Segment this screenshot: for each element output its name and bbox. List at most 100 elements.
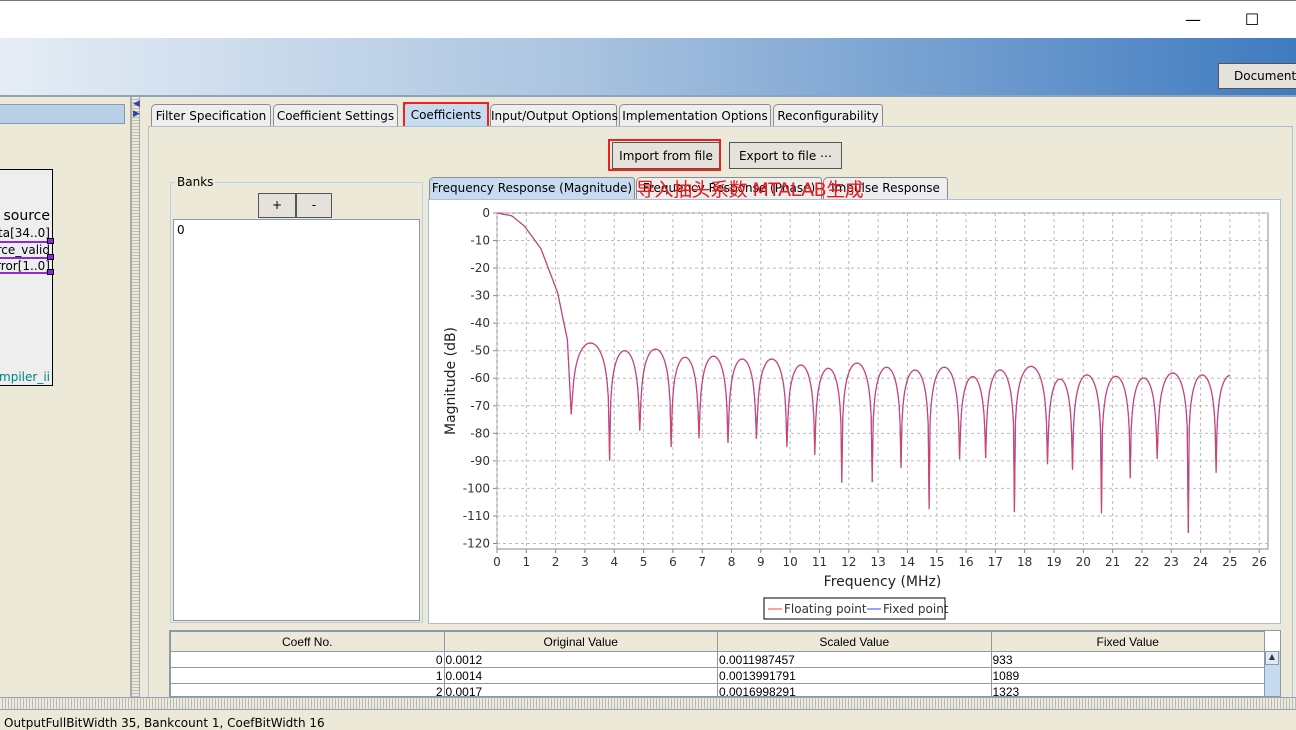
horizontal-splitter[interactable] — [0, 697, 1296, 710]
tab-implementation-options[interactable]: Implementation Options — [619, 104, 771, 127]
legend-label-floating-point: Floating point — [784, 602, 867, 616]
y-tick-label: -40 — [470, 316, 490, 330]
x-tick-label: 6 — [669, 555, 677, 569]
x-tick-label: 12 — [841, 555, 856, 569]
port-label: source — [3, 208, 51, 224]
collapse-left-icon[interactable]: ◀ — [133, 99, 140, 109]
export-to-file-button[interactable]: Export to file ⋯ — [729, 142, 842, 169]
table-cell[interactable]: 933 — [990, 651, 1265, 668]
x-tick-label: 13 — [870, 555, 885, 569]
table-cell[interactable]: 0.0014 — [443, 667, 718, 684]
table-row[interactable]: 1 0.0014 0.0013991791 1089 — [170, 667, 1265, 684]
coefficients-table: Coeff No. Original Value Scaled Value Fixed… — [169, 630, 1281, 697]
table-row[interactable]: 0 0.0012 0.0011987457 933 — [170, 651, 1265, 668]
x-axis-label: Frequency (MHz) — [824, 574, 942, 590]
tab-coefficient-settings[interactable]: Coefficient Settings — [273, 104, 398, 127]
x-tick-label: 21 — [1105, 555, 1120, 569]
header-banner — [0, 38, 1296, 97]
table-cell[interactable]: 0.0012 — [443, 651, 718, 668]
block-name: mpiler_ii — [0, 370, 50, 384]
banks-list[interactable]: 0 — [173, 219, 420, 621]
x-tick-label: 10 — [783, 555, 798, 569]
x-tick-label: 2 — [552, 555, 560, 569]
x-tick-label: 19 — [1046, 555, 1061, 569]
table-scrollbar[interactable]: ▲ — [1264, 651, 1280, 696]
x-tick-label: 18 — [1017, 555, 1032, 569]
documentation-button[interactable]: Documenta — [1218, 63, 1296, 89]
tab-frequency-response-magnitude[interactable]: Frequency Response (Magnitude) — [429, 177, 635, 199]
y-tick-label: -60 — [470, 371, 490, 385]
status-text: OutputFullBitWidth 35, Bankcount 1, Coef… — [4, 716, 325, 730]
x-tick-label: 22 — [1134, 555, 1149, 569]
column-header[interactable]: Original Value — [443, 631, 718, 652]
x-tick-label: 15 — [929, 555, 944, 569]
magnitude-chart: 0 1 2 3 4 5 6 7 8 9 10 11 12 13 14 15 16 17 18 19 20 21 22 23 24… — [443, 206, 1269, 620]
y-tick-label: -120 — [463, 536, 490, 550]
x-tick-label: 14 — [900, 555, 915, 569]
port-label: ta[34..0] — [0, 226, 50, 240]
vertical-splitter[interactable]: ◀ ▶ — [131, 97, 140, 697]
table-cell[interactable]: 0.0013991791 — [717, 667, 992, 684]
tab-coefficients[interactable]: Coefficients — [403, 103, 489, 128]
port-label: rce_valid — [0, 243, 50, 257]
scroll-up-icon[interactable]: ▲ — [1265, 651, 1279, 665]
table-cell[interactable]: 1 — [170, 667, 445, 684]
tab-filter-specification[interactable]: Filter Specification — [151, 104, 271, 127]
import-from-file-button[interactable]: Import from file — [612, 142, 720, 169]
x-tick-label: 16 — [958, 555, 973, 569]
legend-label-fixed-point: Fixed point — [883, 602, 949, 616]
x-tick-label: 11 — [812, 555, 827, 569]
table-row[interactable]: 2 0.0017 0.0016998291 1323 — [170, 683, 1265, 696]
column-header[interactable]: Coeff No. — [170, 631, 445, 652]
y-tick-label: -50 — [470, 344, 490, 358]
table-cell[interactable]: 2 — [170, 683, 445, 696]
x-tick-label: 26 — [1252, 555, 1267, 569]
documentation-label: Documenta — [1234, 69, 1296, 83]
y-tick-label: 0 — [482, 206, 490, 220]
left-panel-header — [0, 104, 125, 124]
y-tick-label: -20 — [470, 261, 490, 275]
table-cell[interactable]: 0.0011987457 — [717, 651, 992, 668]
add-bank-button[interactable]: + — [258, 193, 296, 218]
chart-panel: 0 1 2 3 4 5 6 7 8 9 10 11 12 13 14 15 16 17 18 19 20 21 22 23 24… — [428, 199, 1281, 624]
tab-reconfigurability[interactable]: Reconfigurability — [773, 104, 883, 127]
list-item[interactable]: 0 — [177, 223, 416, 237]
y-axis-label: Magnitude (dB) — [443, 327, 459, 435]
table-cell[interactable]: 1089 — [990, 667, 1265, 684]
component-block[interactable]: source ta[34..0] rce_valid rror[1..0] mp… — [0, 169, 54, 386]
remove-bank-button[interactable]: - — [296, 193, 332, 218]
y-tick-label: -110 — [463, 509, 490, 523]
tab-input-output-options[interactable]: Input/Output Options — [490, 104, 618, 127]
column-header[interactable]: Fixed Value — [990, 631, 1265, 652]
table-cell[interactable]: 0.0017 — [443, 683, 718, 696]
x-tick-label: 1 — [522, 555, 530, 569]
x-tick-label: 9 — [757, 555, 765, 569]
y-tick-label: -80 — [470, 426, 490, 440]
table-cell[interactable]: 0 — [170, 651, 445, 668]
y-tick-label: -100 — [463, 481, 490, 495]
banks-title: Banks — [175, 175, 216, 189]
x-tick-label: 8 — [728, 555, 736, 569]
x-tick-label: 7 — [698, 555, 706, 569]
x-tick-label: 4 — [610, 555, 618, 569]
x-tick-label: 20 — [1076, 555, 1091, 569]
x-tick-label: 25 — [1222, 555, 1237, 569]
y-tick-label: -70 — [470, 399, 490, 413]
port-label: rror[1..0] — [0, 259, 50, 273]
x-tick-label: 5 — [640, 555, 648, 569]
x-tick-label: 17 — [988, 555, 1003, 569]
minimize-icon[interactable]: — — [1183, 10, 1203, 30]
port-pin — [47, 269, 54, 275]
x-tick-label: 23 — [1164, 555, 1179, 569]
x-tick-label: 0 — [493, 555, 501, 569]
column-header[interactable]: Scaled Value — [717, 631, 992, 652]
y-tick-label: -90 — [470, 454, 490, 468]
maximize-icon[interactable]: ☐ — [1242, 10, 1262, 30]
table-cell[interactable]: 1323 — [990, 683, 1265, 696]
y-tick-label: -10 — [470, 234, 490, 248]
expand-right-icon[interactable]: ▶ — [133, 109, 140, 119]
table-cell[interactable]: 0.0016998291 — [717, 683, 992, 696]
x-tick-label: 3 — [581, 555, 589, 569]
title-bar — [0, 0, 1296, 38]
y-tick-label: -30 — [470, 289, 490, 303]
